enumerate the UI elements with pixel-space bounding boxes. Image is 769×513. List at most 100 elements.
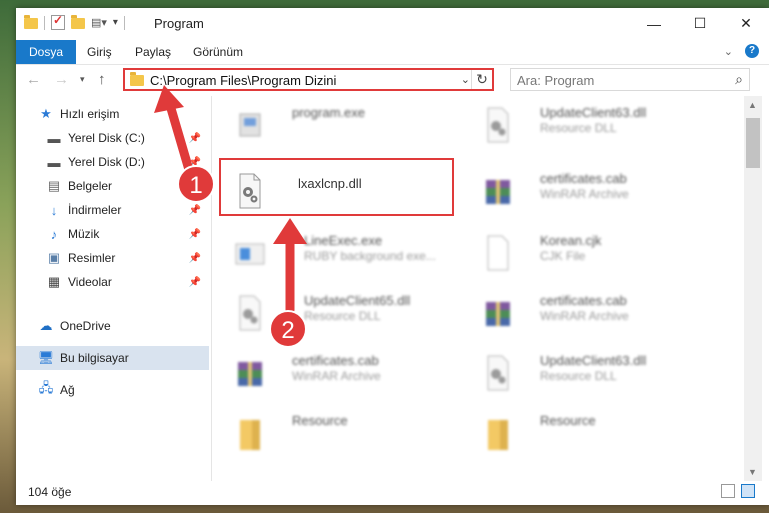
- scroll-down-icon[interactable]: ▼: [748, 467, 757, 477]
- sidebar-item-label: Resimler: [68, 251, 116, 265]
- chevron-down-icon[interactable]: ⌄: [461, 73, 470, 86]
- arrow-2-icon: [273, 218, 307, 315]
- sidebar-item-videos[interactable]: ▦ Videolar 📌: [16, 270, 209, 294]
- search-placeholder: Ara: Program: [517, 73, 595, 88]
- customize-qat-icon[interactable]: ▾: [113, 17, 118, 28]
- minimize-button[interactable]: —: [631, 8, 677, 39]
- sidebar-item-label: Bu bilgisayar: [60, 351, 129, 365]
- drive-icon: ▬: [47, 154, 61, 170]
- window-title: Program: [154, 16, 204, 31]
- up-arrow-icon[interactable]: ↑: [98, 71, 106, 88]
- cloud-icon: ☁: [39, 318, 53, 333]
- item-count: 104 öğe: [28, 485, 72, 499]
- recent-locations-icon[interactable]: ▾: [80, 74, 85, 85]
- sidebar-item-onedrive[interactable]: ☁ OneDrive: [16, 314, 209, 338]
- search-icon[interactable]: ⌕: [735, 71, 743, 88]
- dll-icon: [239, 295, 261, 331]
- file-type: Resource DLL: [540, 121, 617, 135]
- file-type: Resource DLL: [304, 309, 381, 323]
- file-type: WinRAR Archive: [540, 187, 629, 201]
- sidebar-item-label: Hızlı erişim: [60, 107, 120, 121]
- step-1-badge: 1: [177, 165, 215, 203]
- pin-icon[interactable]: 📌: [189, 229, 201, 240]
- large-icons-view-icon[interactable]: [741, 484, 755, 498]
- star-icon: ★: [40, 106, 52, 121]
- file-name: UpdateClient63.dll: [540, 353, 647, 368]
- drive-icon: ▬: [47, 130, 61, 146]
- computer-icon: 🖥: [37, 350, 55, 365]
- tab-view[interactable]: Görünüm: [186, 42, 250, 62]
- file-item[interactable]: UpdateClient65.dll Resource DLL: [212, 284, 452, 339]
- file-name: certificates.cab: [540, 171, 627, 186]
- dll-icon: [487, 355, 509, 391]
- file-item[interactable]: certificates.cab WinRAR Archive: [460, 162, 700, 217]
- tab-share[interactable]: Paylaş: [128, 42, 178, 62]
- vertical-scrollbar[interactable]: ▲ ▼: [744, 96, 762, 481]
- file-name: program.exe: [292, 105, 365, 120]
- file-item[interactable]: LineExec.exe RUBY background exe...: [212, 224, 452, 279]
- network-icon: 🖧: [38, 380, 54, 395]
- folder-icon: [24, 15, 38, 29]
- help-icon[interactable]: ?: [745, 44, 759, 58]
- file-name: certificates.cab: [540, 293, 627, 308]
- sidebar-item-label: Videolar: [68, 275, 112, 289]
- file-name: Resource: [292, 413, 348, 428]
- file-item[interactable]: certificates.cab WinRAR Archive: [212, 344, 452, 399]
- exe-icon: [235, 243, 265, 265]
- new-folder-icon[interactable]: [71, 15, 85, 29]
- sidebar-item-label: Yerel Disk (D:): [68, 155, 145, 169]
- file-item[interactable]: Resource: [212, 404, 452, 459]
- view-icon[interactable]: ▤▾: [91, 16, 107, 29]
- file-item[interactable]: Resource: [460, 404, 700, 459]
- file-item[interactable]: Korean.cjk CJK File: [460, 224, 700, 279]
- sidebar-item-network[interactable]: 🖧 Ağ: [16, 378, 209, 402]
- file-item[interactable]: UpdateClient63.dll Resource DLL: [460, 344, 700, 399]
- file-name: UpdateClient65.dll: [304, 293, 411, 308]
- dll-icon: [487, 107, 509, 143]
- details-view-icon[interactable]: [721, 484, 735, 498]
- video-icon: ▦: [47, 274, 61, 289]
- picture-icon: ▣: [47, 250, 61, 265]
- pin-icon[interactable]: 📌: [189, 253, 201, 264]
- navigation-bar: ← → ▾ ↑ C:\Program Files\Program Dizini …: [16, 65, 769, 95]
- tab-home[interactable]: Giriş: [80, 42, 119, 62]
- expand-ribbon-icon[interactable]: ⌄: [724, 45, 733, 58]
- sidebar-item-label: OneDrive: [60, 319, 111, 333]
- sidebar-item-downloads[interactable]: ↓ İndirmeler 📌: [16, 198, 209, 222]
- file-item[interactable]: program.exe: [212, 96, 452, 151]
- sidebar-item-music[interactable]: ♪ Müzik 📌: [16, 222, 209, 246]
- close-button[interactable]: ✕: [723, 8, 769, 39]
- sidebar-item-this-pc[interactable]: 🖥 Bu bilgisayar: [16, 346, 209, 370]
- explorer-window: ▤▾ ▾ Program — ☐ ✕ Dosya Giriş Paylaş Gö…: [16, 8, 769, 505]
- file-type: Resource DLL: [540, 369, 617, 383]
- search-input[interactable]: Ara: Program ⌕: [510, 68, 750, 91]
- file-item[interactable]: certificates.cab WinRAR Archive: [460, 284, 700, 339]
- document-icon: ▤: [47, 178, 61, 193]
- pin-icon[interactable]: 📌: [189, 277, 201, 288]
- properties-icon[interactable]: [51, 13, 65, 30]
- forward-arrow-icon[interactable]: →: [54, 71, 69, 88]
- pin-icon[interactable]: 📌: [189, 205, 201, 216]
- tab-file[interactable]: Dosya: [16, 40, 77, 64]
- scroll-up-icon[interactable]: ▲: [748, 100, 757, 110]
- sidebar-item-label: Müzik: [68, 227, 100, 241]
- maximize-button[interactable]: ☐: [677, 8, 723, 39]
- back-arrow-icon[interactable]: ←: [26, 71, 41, 88]
- file-name: UpdateClient63.dll: [540, 105, 647, 120]
- step-2-badge: 2: [269, 310, 307, 348]
- file-name: Resource: [540, 413, 596, 428]
- file-item[interactable]: UpdateClient63.dll Resource DLL: [460, 96, 700, 151]
- music-icon: ♪: [50, 226, 58, 242]
- winrar-icon: [486, 302, 510, 326]
- sidebar-item-label: Belgeler: [68, 179, 113, 193]
- refresh-icon[interactable]: ↻: [471, 70, 492, 89]
- sidebar-item-label: Ağ: [60, 383, 75, 397]
- file-type: CJK File: [540, 249, 586, 263]
- file-name: LineExec.exe: [304, 233, 383, 248]
- file-type: RUBY background exe...: [304, 249, 436, 263]
- sidebar-item-pictures[interactable]: ▣ Resimler 📌: [16, 246, 209, 270]
- scrollbar-thumb[interactable]: [746, 118, 760, 168]
- folder-icon: [488, 420, 508, 450]
- download-icon: ↓: [50, 202, 58, 218]
- file-icon: [487, 235, 509, 271]
